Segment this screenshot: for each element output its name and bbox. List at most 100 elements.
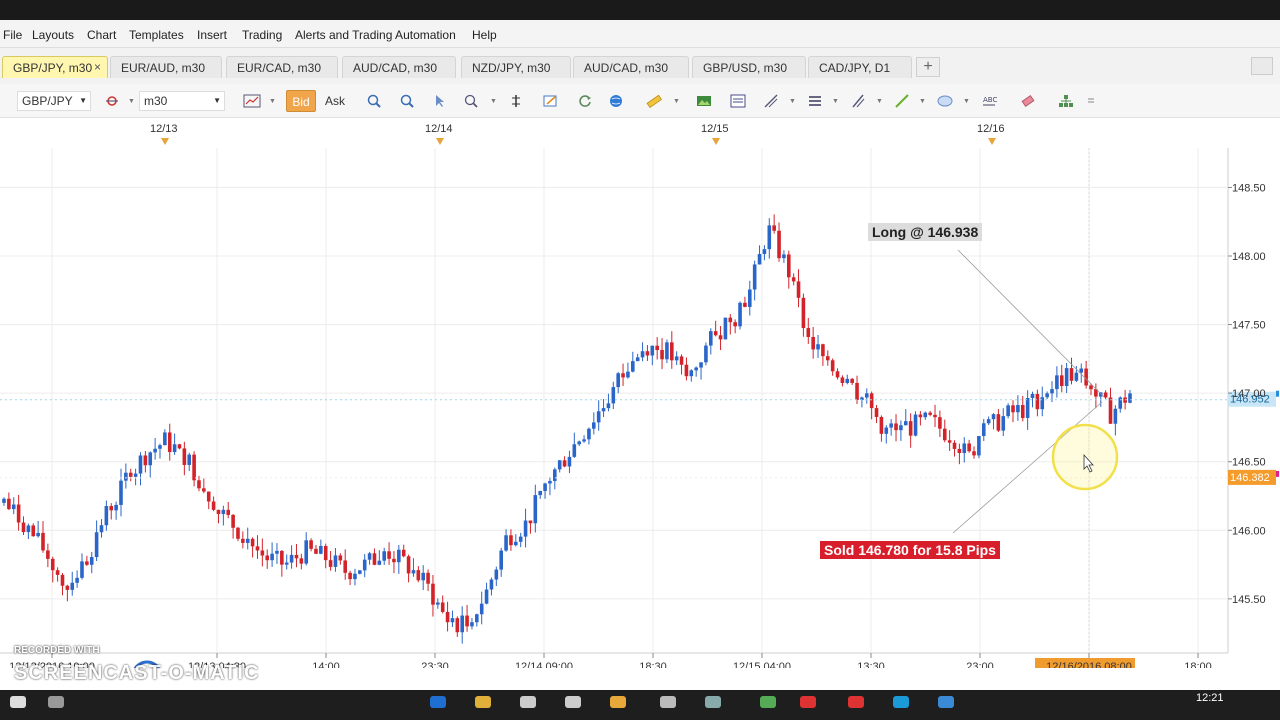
price-chart[interactable]: 146.952 146.382 148.50 148.00 147.50 147.00 1… <box>0 148 1280 692</box>
menu-chart[interactable]: Chart <box>87 28 116 42</box>
crosshair-icon[interactable] <box>99 90 125 112</box>
add-tab-button[interactable]: + <box>916 57 940 77</box>
candle-body <box>596 411 601 423</box>
menu-templates[interactable]: Templates <box>129 28 184 42</box>
candle-body <box>801 297 806 329</box>
candle-body <box>942 428 947 441</box>
app-icon[interactable] <box>610 696 626 708</box>
price-tick-label: 146.50 <box>1232 457 1266 469</box>
candle-body <box>533 495 538 524</box>
tab-eur-cad[interactable]: EUR/CAD, m30 <box>226 56 338 78</box>
hierarchy-icon[interactable] <box>1053 90 1079 112</box>
search-icon[interactable] <box>48 696 64 708</box>
candle-body <box>50 558 55 571</box>
candle-body <box>172 444 177 453</box>
zoom-icon[interactable] <box>459 90 485 112</box>
candle-body <box>601 408 606 412</box>
candlestick-chart[interactable]: 146.952146.382 148.50148.00147.50147.001… <box>0 148 1280 692</box>
chevron-down-icon[interactable]: ▼ <box>673 98 680 105</box>
chevron-down-icon[interactable]: ▼ <box>919 98 926 105</box>
candle-body <box>1118 397 1123 409</box>
chevron-down-icon[interactable]: ▼ <box>490 98 497 105</box>
app-icon[interactable] <box>893 696 909 708</box>
tab-gbp-usd[interactable]: GBP/USD, m30 <box>692 56 806 78</box>
ask-button[interactable]: Ask <box>321 90 349 112</box>
zoom-out-icon[interactable] <box>394 90 420 112</box>
ruler-icon[interactable] <box>641 90 667 112</box>
indicator-icon[interactable] <box>503 90 529 112</box>
tab-cad-jpy[interactable]: CAD/JPY, D1 <box>808 56 912 78</box>
image-icon[interactable] <box>691 90 717 112</box>
app-icon[interactable] <box>800 696 816 708</box>
app-icon[interactable] <box>660 696 676 708</box>
bid-button[interactable]: Bid <box>286 90 316 112</box>
eraser-icon[interactable] <box>1015 90 1041 112</box>
candle-body <box>484 589 489 604</box>
symbol-select[interactable]: GBP/JPY ▼ <box>17 91 91 111</box>
candle-body <box>835 371 840 378</box>
cursor-icon[interactable] <box>427 90 453 112</box>
price-tick-label: 147.00 <box>1232 388 1266 400</box>
candle-body <box>972 451 976 456</box>
menu-insert[interactable]: Insert <box>197 28 227 42</box>
fib-icon[interactable] <box>758 90 784 112</box>
template-icon[interactable] <box>725 90 751 112</box>
window-layout-button[interactable] <box>1251 57 1273 75</box>
menu-alerts-automation[interactable]: Alerts and Trading Automation <box>295 28 456 42</box>
trading-app-window: File Layouts Chart Templates Insert Trad… <box>0 0 1280 720</box>
refresh-icon[interactable] <box>572 90 598 112</box>
zoom-in-icon[interactable] <box>361 90 387 112</box>
chevron-down-icon: ▼ <box>79 96 87 105</box>
candle-body <box>523 520 528 537</box>
tab-eur-aud[interactable]: EUR/AUD, m30 <box>110 56 222 78</box>
menu-layouts[interactable]: Layouts <box>32 28 74 42</box>
browser-icon[interactable] <box>430 696 446 708</box>
close-tab-icon[interactable]: × <box>94 60 101 74</box>
candle-body <box>445 611 450 623</box>
start-icon[interactable] <box>10 696 26 708</box>
candle-body <box>133 473 138 477</box>
candle-body <box>65 585 70 590</box>
tab-gbp-jpy[interactable]: GBP/JPY, m30 × <box>2 56 108 78</box>
candle-body <box>348 572 352 580</box>
text-icon[interactable]: ABC <box>976 90 1002 112</box>
app-icon[interactable] <box>848 696 864 708</box>
app-icon[interactable] <box>565 696 581 708</box>
chevron-down-icon[interactable]: ▼ <box>832 98 839 105</box>
layers-icon[interactable] <box>802 90 828 112</box>
globe-icon[interactable] <box>603 90 629 112</box>
tab-aud-cad-2[interactable]: AUD/CAD, m30 <box>573 56 689 78</box>
chevron-down-icon[interactable]: ▼ <box>963 98 970 105</box>
toolbar-overflow-icon[interactable] <box>1084 90 1098 112</box>
app-icon[interactable] <box>520 696 536 708</box>
pen-icon[interactable] <box>845 90 871 112</box>
app-icon[interactable] <box>938 696 954 708</box>
menu-trading[interactable]: Trading <box>242 28 282 42</box>
chevron-down-icon[interactable]: ▼ <box>128 98 135 105</box>
trendline-icon[interactable] <box>889 90 915 112</box>
chevron-down-icon[interactable]: ▼ <box>876 98 883 105</box>
candle-body <box>772 225 776 231</box>
candle-body <box>211 501 216 510</box>
menu-help[interactable]: Help <box>472 28 497 42</box>
app-icon[interactable] <box>705 696 721 708</box>
folder-icon[interactable] <box>475 696 491 708</box>
tab-nzd-jpy[interactable]: NZD/JPY, m30 <box>461 56 571 78</box>
app-icon[interactable] <box>760 696 776 708</box>
chevron-down-icon[interactable]: ▼ <box>269 98 276 105</box>
candle-body <box>21 522 26 533</box>
candle-body <box>163 432 167 446</box>
chevron-down-icon[interactable]: ▼ <box>789 98 796 105</box>
candle-body <box>708 331 713 346</box>
candle-body <box>197 480 201 489</box>
shape-icon[interactable] <box>932 90 958 112</box>
menu-file[interactable]: File <box>3 28 22 42</box>
candle-body <box>869 393 874 409</box>
candle-body <box>713 331 718 336</box>
timeframe-select[interactable]: m30 ▼ <box>139 91 225 111</box>
candle-body <box>514 541 518 546</box>
candle-body <box>319 545 323 554</box>
draw-icon[interactable] <box>537 90 563 112</box>
chart-type-icon[interactable] <box>239 90 265 112</box>
tab-aud-cad[interactable]: AUD/CAD, m30 <box>342 56 456 78</box>
